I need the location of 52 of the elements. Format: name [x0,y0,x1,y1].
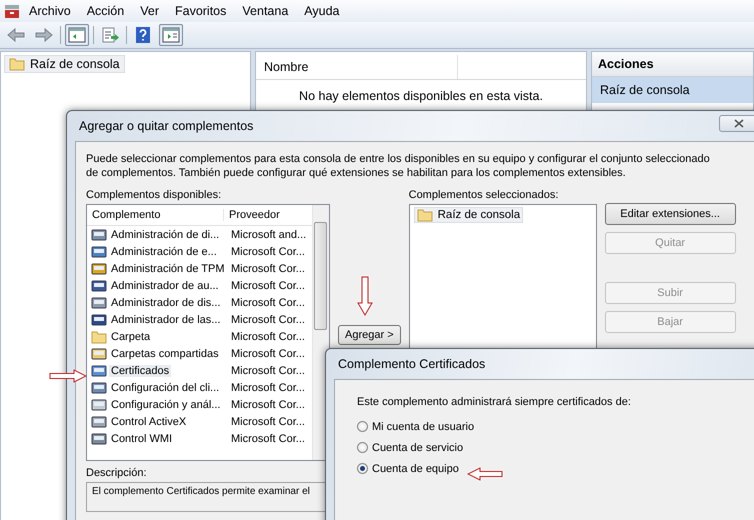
snap-in-name[interactable]: Configuración del cli... [109,382,222,394]
vendor-text: Microsoft Cor... [230,432,305,444]
dialog-button[interactable]: Editar extensiones... [604,203,736,225]
menu-item[interactable]: Acción [80,2,132,20]
vendor-text: Microsoft Cor... [230,262,305,274]
radio-option[interactable]: Cuenta de servicio [357,437,464,458]
snap-in-name[interactable]: Administrador de au... [109,280,221,292]
vendor-text: Microsoft Cor... [230,364,305,376]
vendor-text: Microsoft Cor... [230,398,305,410]
actions-header: Acciones [592,52,753,77]
vendor-text: Microsoft Cor... [230,314,305,326]
radio-option[interactable]: Cuenta de equipo [357,458,459,479]
vendor-text: Microsoft and... [230,228,306,240]
snap-in-name[interactable]: Carpetas compartidas [109,348,221,360]
add-button[interactable]: Agregar > [338,325,401,345]
vendor-text: Microsoft Cor... [230,416,305,428]
vendor-text: Microsoft Cor... [230,330,305,342]
column-header[interactable]: Nombre [256,55,458,79]
empty-message: No hay elementos disponibles en esta vista. [298,89,544,103]
snap-in-name[interactable]: Administrador de las... [109,314,222,326]
vendor-text: Microsoft Cor... [230,348,305,360]
vendor-text: Microsoft Cor... [230,296,305,308]
radio-option[interactable]: Mi cuenta de usuario [357,416,474,437]
menu-item[interactable]: Ventana [235,2,296,20]
snap-in-name[interactable]: Control ActiveX [109,416,188,428]
description-label: Descripción: [86,467,147,479]
available-label: Complementos disponibles: [86,189,222,201]
menu-item[interactable]: Ver [133,2,166,20]
snap-in-name[interactable]: Control WMI [109,432,174,444]
snap-in-name[interactable]: Configuración y anál... [109,398,222,410]
menu-item[interactable]: Archivo [22,2,78,20]
menu-item[interactable]: Favoritos [168,2,234,20]
selected-item[interactable]: Raíz de consola [414,207,524,223]
tree-item[interactable]: Raíz de consola [4,55,125,73]
snap-in-name[interactable]: Administración de di... [109,228,222,240]
snap-in-name[interactable]: Certificados [109,364,172,376]
snap-in-name[interactable]: Carpeta [109,330,152,342]
prompt-text: Este complemento administrará siempre certificados de: [357,396,631,408]
snap-in-name[interactable]: Administración de TPM [109,262,227,274]
snap-in-name[interactable]: Administrador de dis... [109,296,222,308]
action-item[interactable]: Raíz de consola [592,77,753,103]
vendor-text: Microsoft Cor... [230,246,305,258]
dialog-title: Complemento Certificados [337,356,486,373]
dialog-title: Agregar o quitar complementos [78,118,254,135]
intro-text: Puede seleccionar complementos para esta consola de entre los disponibles en su equipo y configurar el conjunto seleccionado de complementos. También puede configurar qué extensiones se habilitan para los complementos extensibles. [86,152,711,180]
selected-label: Complementos seleccionados: [408,189,558,201]
column-header[interactable]: Proveedor [224,209,280,221]
menu-item[interactable]: Ayuda [297,2,346,20]
column-header[interactable]: Complemento [87,209,224,221]
snap-in-name[interactable]: Administración de e... [109,246,219,258]
vendor-text: Microsoft Cor... [230,382,305,394]
vendor-text: Microsoft Cor... [230,280,305,292]
